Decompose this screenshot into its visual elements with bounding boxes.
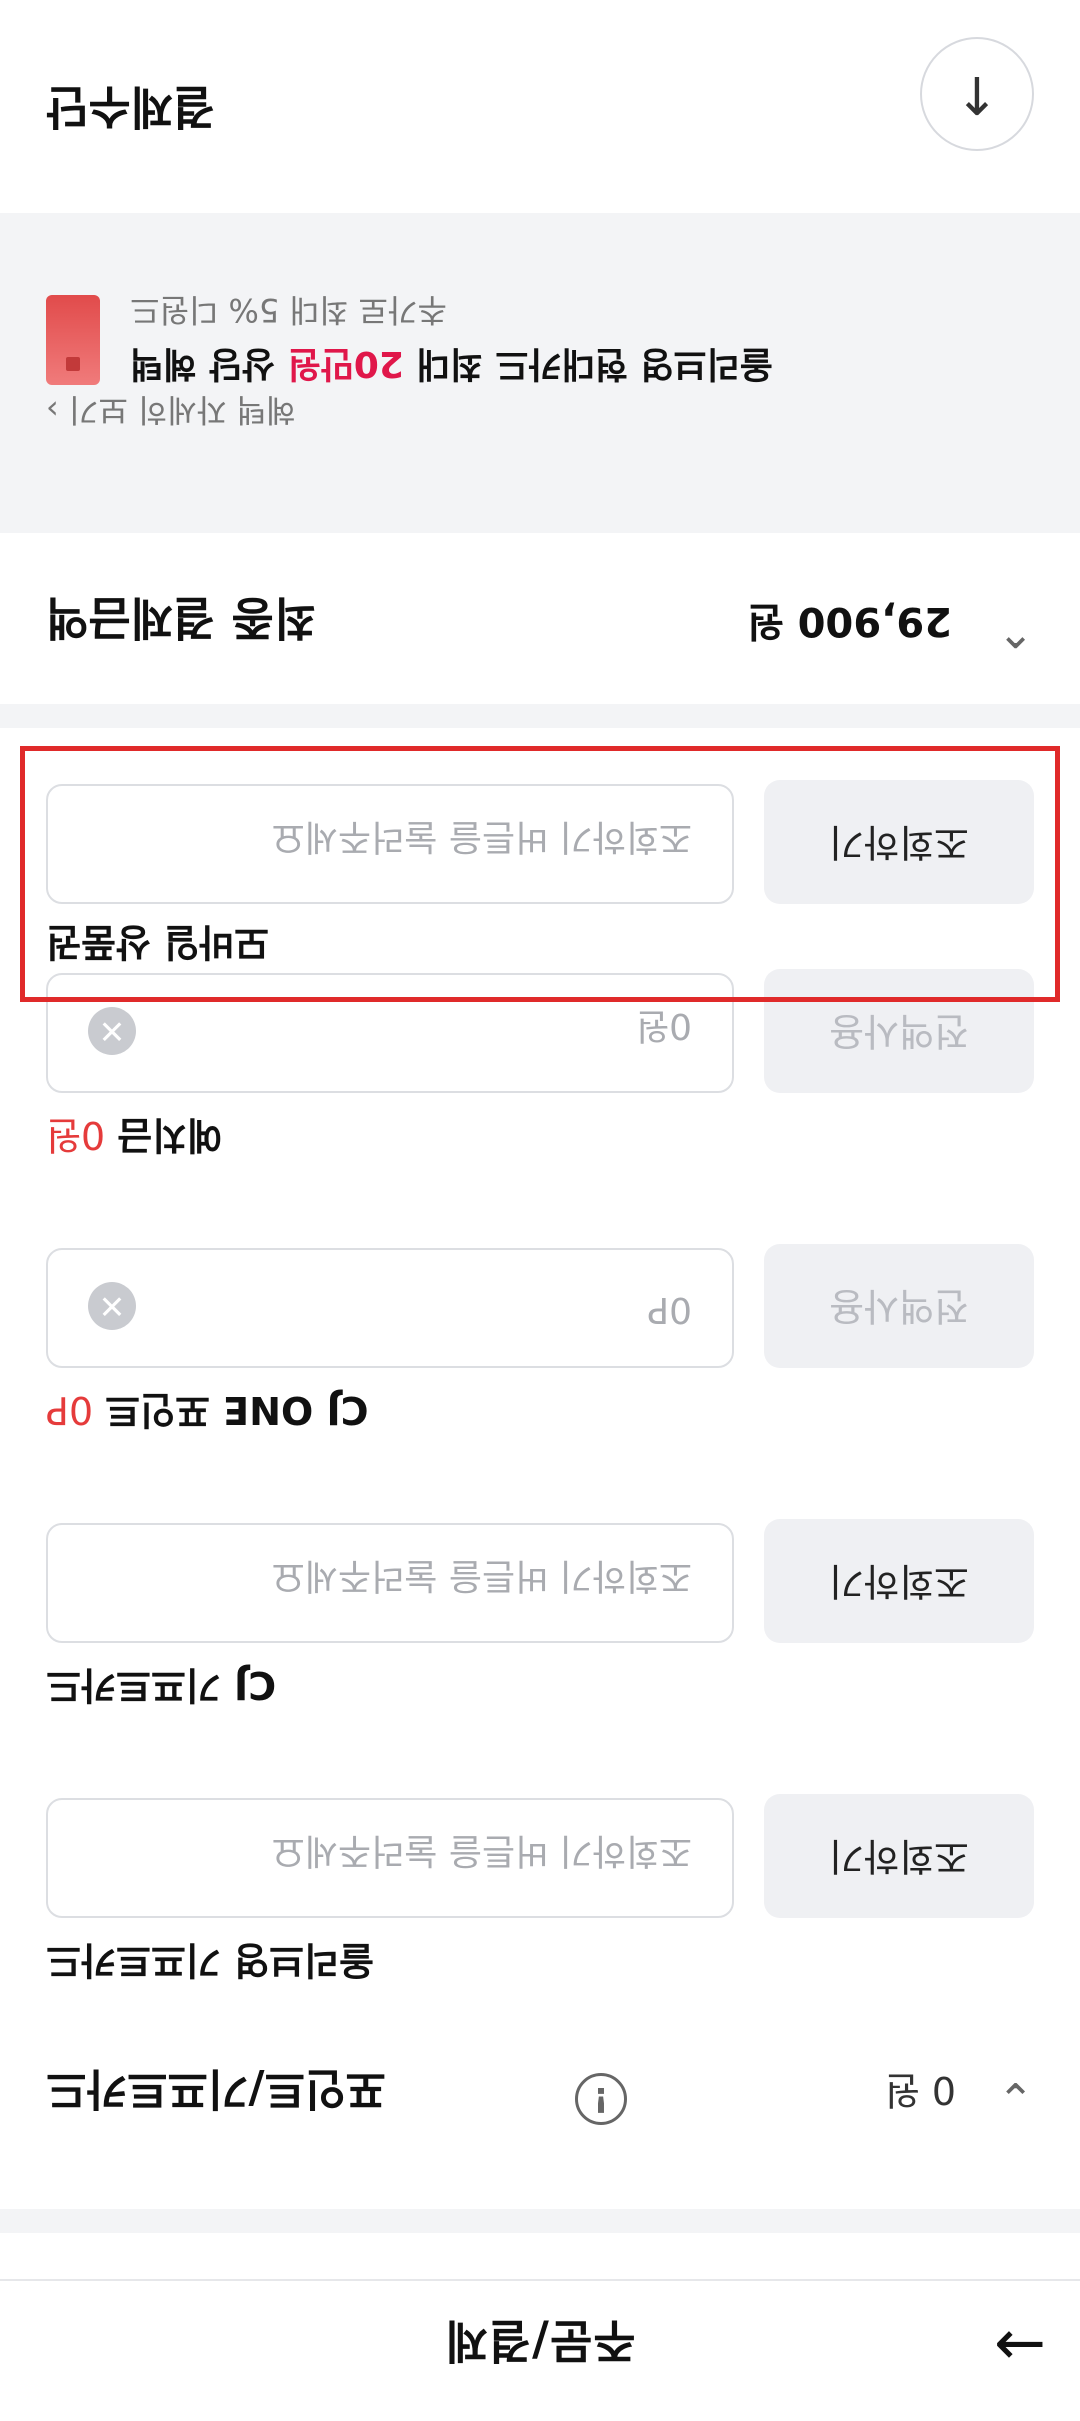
cjone-points-input[interactable]: 0P ✕	[46, 1248, 734, 1368]
deposit-label: 예치금0원	[46, 1111, 222, 1166]
card-promo-banner[interactable]: 올리브영 현대카드 최대 20만원 상당 혜택 추가로 최대 5% 디원드 혜택…	[0, 213, 1080, 533]
input-placeholder: 조회하기 버튼을 눌러주세요	[271, 816, 692, 857]
cjone-points-title: CJ ONE 포인트	[105, 1388, 369, 1432]
cj-giftcard-input[interactable]: 조회하기 버튼을 눌러주세요	[46, 1523, 734, 1643]
chevron-down-icon: ⌄	[997, 2072, 1034, 2123]
mobile-voucher-lookup-button[interactable]: 조회하기	[764, 780, 1034, 904]
cjone-use-all-button[interactable]: 전액사용	[764, 1244, 1034, 1368]
chevron-up-icon: ⌃	[997, 605, 1034, 656]
divider-band	[0, 704, 1080, 728]
final-amount-title: 최종 결제금액	[46, 591, 316, 645]
input-value: 0P	[647, 1289, 692, 1330]
payment-method-title: 결제수단	[46, 80, 216, 134]
oliveyoung-giftcard-input[interactable]: 조회하기 버튼을 눌러주세요	[46, 1798, 734, 1918]
points-title: 포인트/기프트카드	[46, 2063, 386, 2114]
order-pay-button[interactable]: → 주문/결제	[0, 2279, 1080, 2421]
payment-method-header: 결제수단 ↑	[0, 0, 1080, 213]
points-section-header[interactable]: ⌄ 0 원 ! 포인트/기프트카드	[0, 2041, 1080, 2141]
deposit-value: 0원	[46, 1113, 106, 1157]
promo-subtitle: 추가로 최대 5% 디원드	[130, 291, 447, 329]
oliveyoung-giftcard-lookup-button[interactable]: 조회하기	[764, 1794, 1034, 1918]
deposit-title: 예치금	[117, 1113, 223, 1157]
card-image-icon	[46, 295, 100, 385]
promo-title-pre: 올리브영 현대카드 최대	[403, 343, 773, 384]
final-amount: 29,900 원	[746, 598, 952, 644]
input-placeholder: 조회하기 버튼을 눌러주세요	[271, 1830, 692, 1871]
mobile-voucher-input[interactable]: 조회하기 버튼을 눌러주세요	[46, 784, 734, 904]
divider-band	[0, 2209, 1080, 2233]
clear-icon[interactable]: ✕	[88, 1282, 136, 1330]
final-amount-row[interactable]: ⌃ 29,900 원 최종 결제금액	[0, 544, 1080, 704]
promo-title: 올리브영 현대카드 최대 20만원 상당 혜택	[130, 341, 773, 393]
collapse-arrow-icon[interactable]: ↑	[920, 37, 1034, 151]
points-total: 0 원	[884, 2068, 956, 2112]
order-pay-label: 주문/결제	[444, 2314, 636, 2368]
oliveyoung-giftcard-label: 올리브영 기프트카드	[46, 1938, 374, 1982]
info-icon[interactable]: !	[575, 2073, 627, 2125]
promo-title-post: 상당 혜택	[130, 343, 288, 384]
clear-icon[interactable]: ✕	[88, 1007, 136, 1055]
mobile-voucher-label: 모바일 상품권	[46, 920, 269, 964]
promo-detail-link[interactable]: 혜택 자세히 보기 ›	[46, 389, 295, 435]
cjone-points-value: 0P	[46, 1388, 94, 1432]
promo-title-highlight: 20만원	[287, 343, 404, 384]
input-placeholder: 조회하기 버튼을 눌러주세요	[271, 1555, 692, 1596]
page: → 주문/결제 ⌄ 0 원 ! 포인트/기프트카드 올리브영 기프트카드 조회하…	[0, 0, 1080, 2421]
input-value: 0원	[635, 1005, 692, 1046]
cj-giftcard-lookup-button[interactable]: 조회하기	[764, 1519, 1034, 1643]
cj-giftcard-label: CJ 기프트카드	[46, 1663, 277, 1707]
cjone-points-label: CJ ONE 포인트0P	[46, 1386, 369, 1441]
